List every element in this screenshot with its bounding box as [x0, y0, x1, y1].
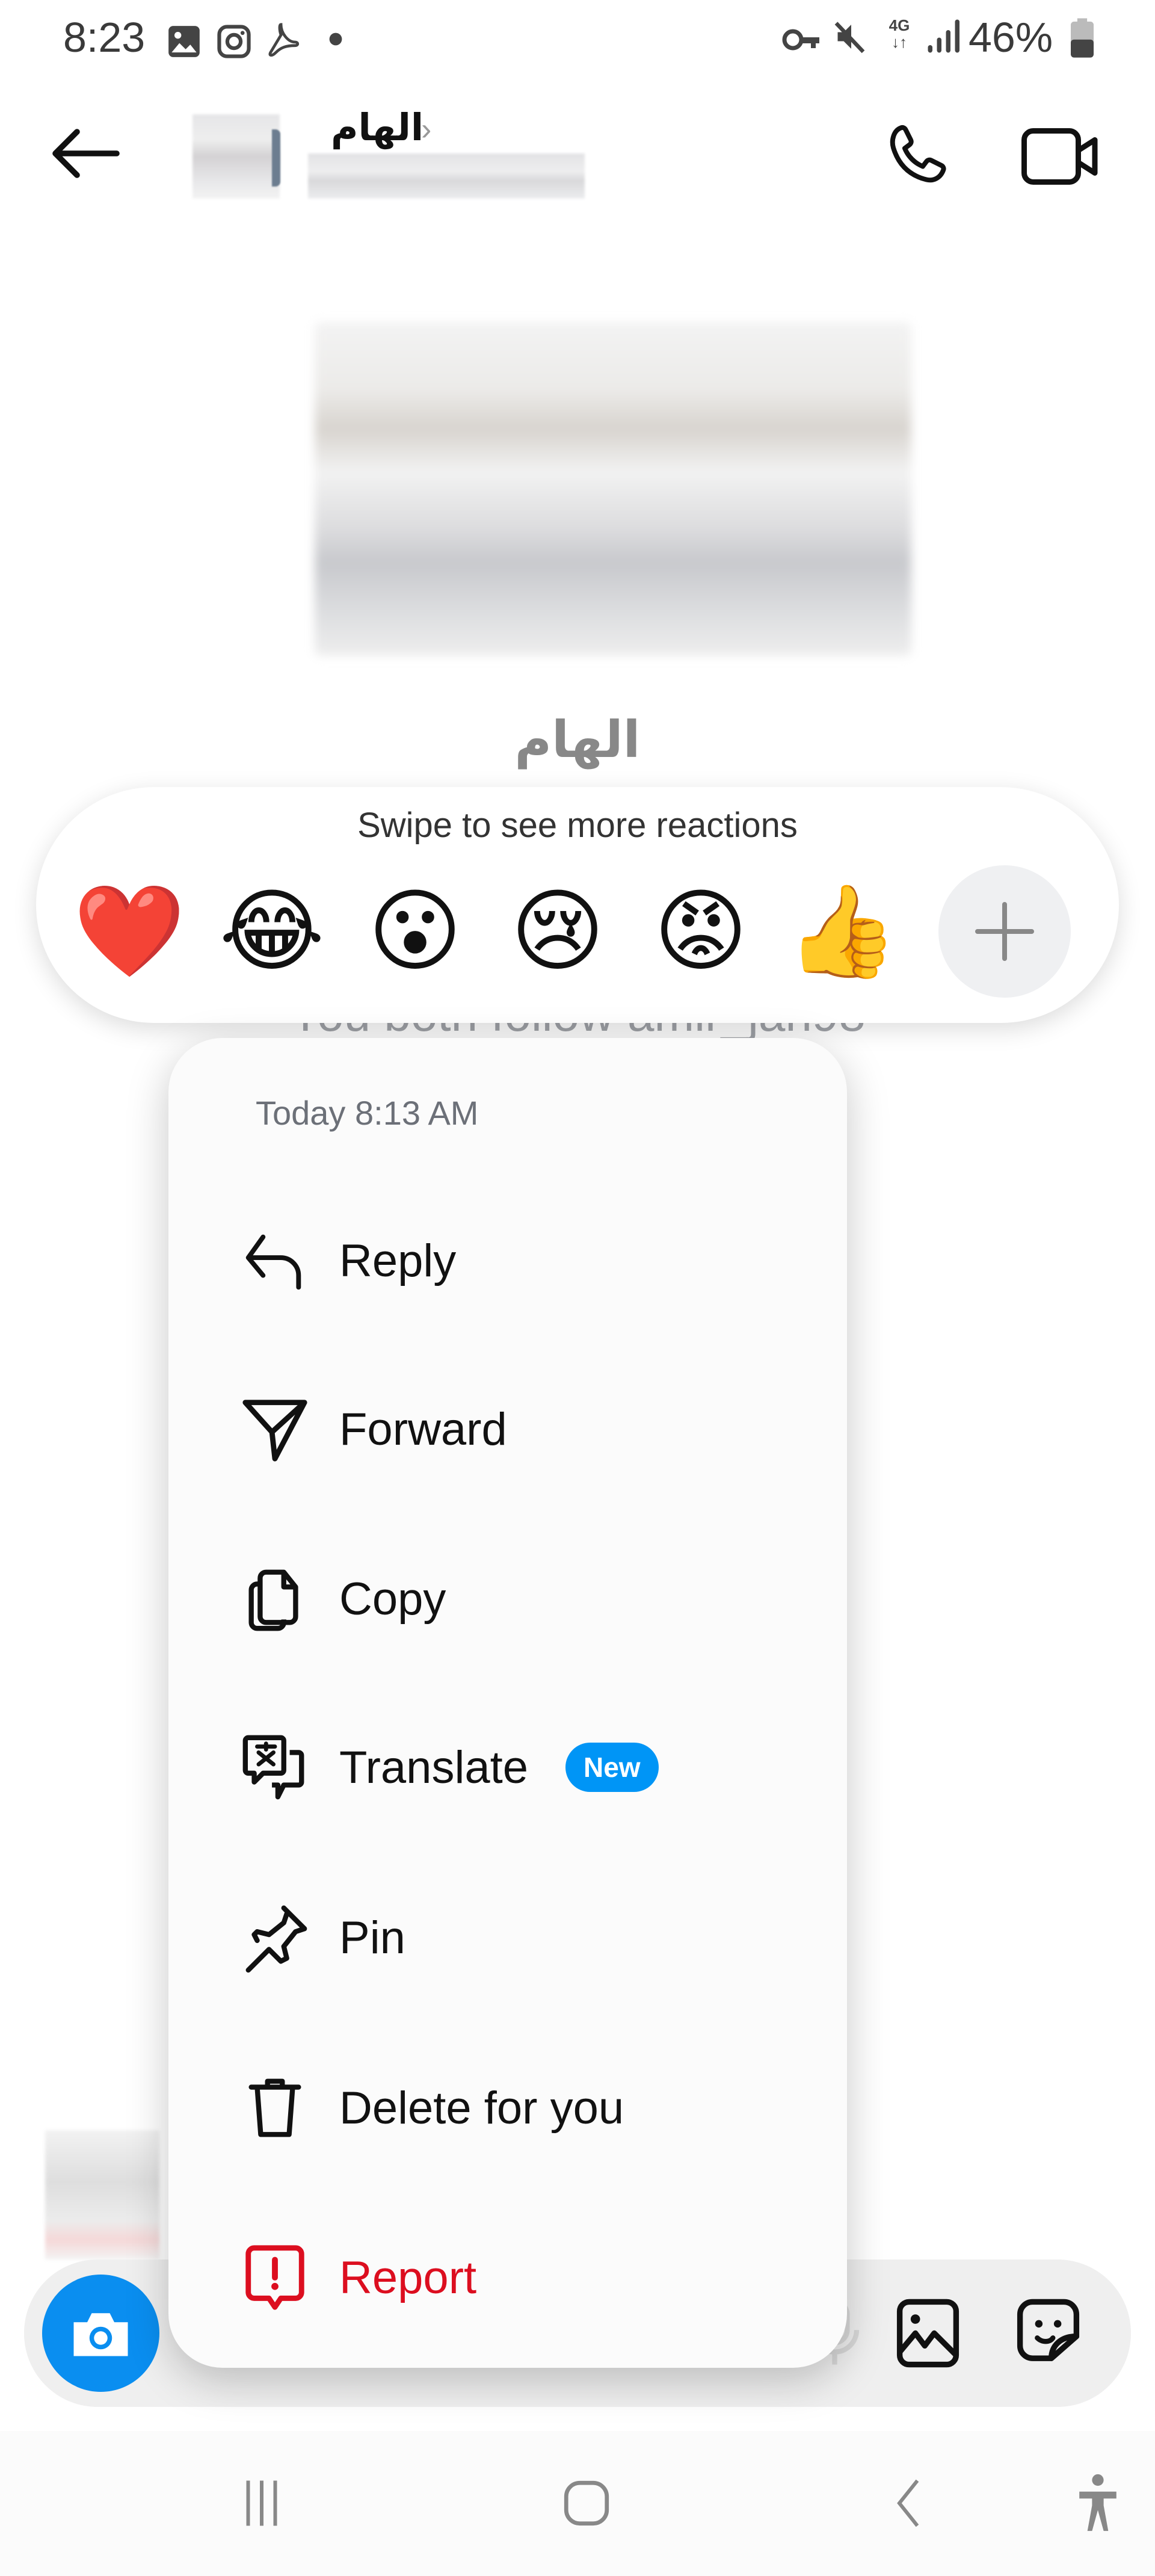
- menu-label: Forward: [339, 1403, 507, 1455]
- video-call-icon[interactable]: [1020, 120, 1101, 193]
- back-button[interactable]: [866, 2467, 950, 2539]
- mute-icon: [834, 22, 865, 54]
- accessibility-button[interactable]: [1056, 2467, 1140, 2539]
- menu-label: Pin: [339, 1912, 405, 1963]
- reaction-crying[interactable]: 😢: [500, 877, 615, 986]
- camera-button[interactable]: [42, 2275, 159, 2392]
- recent-apps-icon: [246, 2480, 277, 2526]
- vpn-key-icon: [782, 29, 819, 51]
- report-icon: [245, 2245, 304, 2310]
- menu-item-copy[interactable]: Copy: [168, 1527, 847, 1671]
- avatar-edge: [272, 129, 280, 187]
- message-context-menu: Today 8:13 AM Reply Forward Copy Transla…: [168, 1038, 847, 2368]
- more-notifications-dot-icon: [329, 32, 342, 46]
- menu-label: Copy: [339, 1573, 446, 1625]
- battery-percentage: 46%: [969, 14, 1053, 61]
- profile-media-redacted: [315, 322, 911, 656]
- phone-call-icon[interactable]: [881, 120, 953, 193]
- menu-label: Report: [339, 2252, 477, 2303]
- menu-item-delete-for-you[interactable]: Delete for you: [168, 2036, 847, 2180]
- reactions-hint: Swipe to see more reactions: [357, 806, 798, 845]
- home-button[interactable]: [544, 2467, 629, 2539]
- menu-label: Reply: [339, 1235, 457, 1286]
- menu-item-reply[interactable]: Reply: [168, 1188, 847, 1333]
- reaction-laughing[interactable]: 😂: [215, 877, 329, 986]
- status-bar: 8:23 4G ↓↑ 46%: [0, 0, 1155, 78]
- copy-icon: [248, 1569, 298, 1631]
- reaction-angry[interactable]: 😡: [644, 877, 758, 986]
- reaction-heart[interactable]: ❤️: [72, 877, 186, 986]
- signal-icon: [928, 19, 959, 53]
- sender-avatar-redacted: [45, 2130, 159, 2259]
- back-icon: [897, 2479, 919, 2527]
- status-time: 8:23: [63, 14, 146, 61]
- menu-timestamp: Today 8:13 AM: [256, 1094, 479, 1132]
- menu-item-translate[interactable]: Translate New: [168, 1695, 847, 1839]
- send-icon: [242, 1400, 307, 1462]
- new-badge: New: [565, 1743, 659, 1792]
- pin-icon: [245, 1905, 307, 1973]
- gallery-notification-icon: [168, 26, 200, 57]
- translate-icon: [242, 1735, 304, 1800]
- menu-label: Delete for you: [339, 2082, 624, 2134]
- gallery-icon[interactable]: [890, 2296, 966, 2371]
- chevron-right-icon: ›: [421, 112, 432, 147]
- trash-icon: [248, 2078, 301, 2137]
- plus-icon: [975, 902, 1034, 961]
- menu-item-pin[interactable]: Pin: [168, 1865, 847, 2010]
- reaction-thumbs-up[interactable]: 👍: [785, 877, 899, 986]
- back-arrow-icon[interactable]: [48, 126, 120, 181]
- menu-item-report[interactable]: Report: [168, 2205, 847, 2350]
- network-4g-icon: 4G ↓↑: [889, 16, 910, 51]
- reply-icon: [245, 1234, 301, 1290]
- reaction-surprised[interactable]: 😮: [358, 877, 472, 986]
- avatar[interactable]: [192, 114, 280, 199]
- sticker-icon[interactable]: [1011, 2296, 1086, 2371]
- recent-apps-button[interactable]: [220, 2467, 304, 2539]
- home-icon: [564, 2480, 609, 2526]
- instagram-notification-icon: [217, 25, 251, 58]
- battery-icon: [1071, 18, 1094, 58]
- accessibility-icon: [1079, 2474, 1116, 2531]
- contact-name[interactable]: الهام: [331, 105, 424, 149]
- menu-label: Translate: [339, 1741, 528, 1793]
- profile-name: الهام: [514, 711, 641, 768]
- camera-icon: [73, 2312, 128, 2356]
- acrobat-notification-icon: [268, 23, 300, 57]
- system-nav-bar: [0, 2431, 1155, 2576]
- reaction-bar: Swipe to see more reactions ❤️ 😂 😮 😢 😡 👍: [36, 787, 1119, 1023]
- more-reactions-button[interactable]: [938, 865, 1071, 998]
- contact-username-redacted: [308, 153, 585, 199]
- menu-item-forward[interactable]: Forward: [168, 1357, 847, 1501]
